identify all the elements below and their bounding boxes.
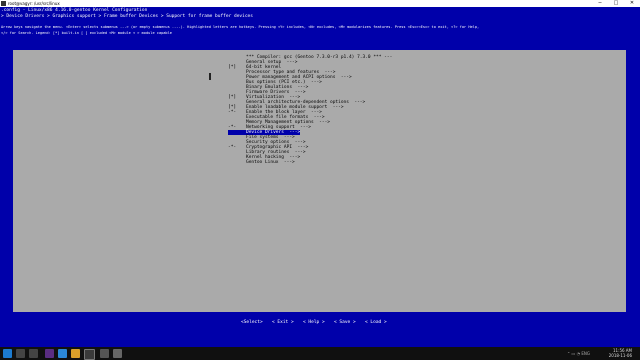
taskbar: ⌃ ▭ ◔ ENG 11:56 AM 2018-11-06 <box>0 347 640 360</box>
menu-item-label: Gentoo Linux ---> <box>246 160 295 165</box>
clock[interactable]: 11:56 AM 2018-11-06 <box>609 348 632 358</box>
search-icon[interactable] <box>16 349 25 358</box>
menu-box: *** Compiler: gcc (Gentoo 7.3.0-r3 p1.4)… <box>13 45 626 317</box>
load-button[interactable]: < Load > <box>365 320 387 326</box>
exit-button[interactable]: < Exit > <box>272 320 294 326</box>
app2-taskbar-icon[interactable] <box>100 349 109 358</box>
close-button[interactable]: ✕ <box>624 0 640 7</box>
save-button[interactable]: < Save > <box>334 320 356 326</box>
menu-item[interactable]: Gentoo Linux ---> <box>228 160 295 165</box>
help-button[interactable]: < Help > <box>303 320 325 326</box>
terminal-app-icon <box>1 1 6 6</box>
minimize-button[interactable]: ─ <box>592 0 608 7</box>
system-tray[interactable]: ⌃ ▭ ◔ ENG <box>567 351 590 356</box>
terminal-taskbar-icon[interactable] <box>45 349 54 358</box>
menu-title-bar <box>13 45 626 50</box>
select-button[interactable]: <Select> <box>241 320 263 326</box>
terminal-area[interactable]: .config - Linux/x86 4.16.0-gentoo Kernel… <box>0 7 640 347</box>
clock-date: 2018-11-06 <box>608 353 632 358</box>
app-taskbar-icon[interactable] <box>58 349 67 358</box>
settings-taskbar-icon[interactable] <box>113 349 122 358</box>
button-row: <Select> < Exit > < Help > < Save > < Lo… <box>13 319 626 327</box>
windows-start-icon[interactable] <box>3 349 12 358</box>
window-titlebar: root@vagyr: /usr/src/linux ─ □ ✕ <box>0 0 640 7</box>
maximize-button[interactable]: □ <box>608 0 624 7</box>
mouse-cursor-icon <box>209 73 211 80</box>
window-title: root@vagyr: /usr/src/linux <box>8 1 60 6</box>
menu-bottom-bar <box>13 312 626 317</box>
task-view-icon[interactable] <box>29 349 38 358</box>
help-text-2: </> for Search. Legend: [*] built-in [ ]… <box>1 31 172 35</box>
active-app-taskbar-icon[interactable] <box>84 349 95 360</box>
breadcrumb: > Device Drivers > Graphics support > Fr… <box>1 14 253 19</box>
folder-taskbar-icon[interactable] <box>71 349 80 358</box>
